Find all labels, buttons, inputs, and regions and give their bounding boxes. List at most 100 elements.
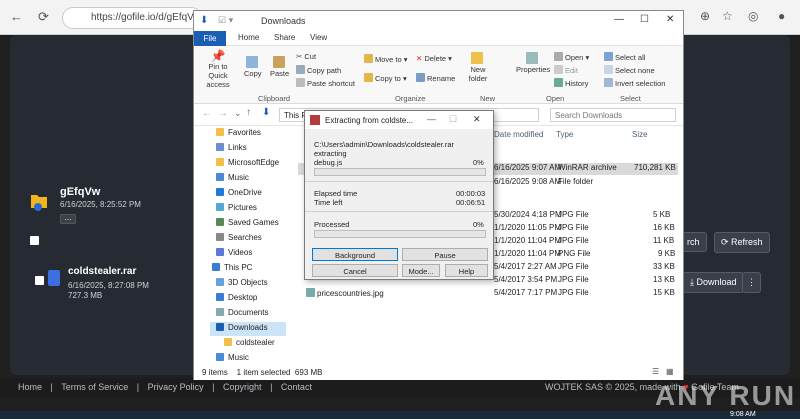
nav-desktop[interactable]: Desktop (216, 293, 257, 302)
cancel-button[interactable]: Cancel (312, 264, 398, 277)
paste-shortcut-button[interactable]: Paste shortcut (296, 78, 355, 88)
close-icon[interactable]: ✕ (473, 114, 481, 125)
forward-icon[interactable]: → (218, 108, 228, 119)
row-date: 5/4/2017 3:54 PM (494, 275, 558, 284)
nav-links[interactable]: Links (216, 143, 247, 152)
footer-terms[interactable]: Terms of Service (61, 382, 128, 392)
footer-copyright[interactable]: Copyright (223, 382, 262, 392)
shortcut-icon (296, 78, 305, 87)
extensions-icon[interactable]: ◎ (748, 9, 758, 23)
desktop-icon (216, 293, 224, 301)
nav-favorites[interactable]: Favorites (216, 128, 261, 137)
up-icon[interactable]: ↑ (246, 107, 251, 118)
shield-icon[interactable]: ⊕ (700, 9, 710, 23)
paste-button[interactable]: Paste (270, 56, 289, 78)
nav-this-pc[interactable]: This PC (212, 263, 252, 272)
footer-privacy[interactable]: Privacy Policy (148, 382, 204, 392)
col-size[interactable]: Size (632, 130, 648, 139)
pause-button[interactable]: Pause (402, 248, 488, 261)
history-button[interactable]: History (554, 78, 588, 88)
nav-label: Music (228, 173, 249, 182)
refresh-button[interactable]: ⟳ Refresh (714, 232, 770, 253)
footer-contact[interactable]: Contact (281, 382, 312, 392)
nav-downloads[interactable]: Downloads (216, 323, 268, 332)
tab-view[interactable]: View (310, 33, 327, 42)
col-date[interactable]: Date modified (494, 130, 543, 139)
open-button[interactable]: Open ▾ (554, 52, 589, 62)
copy-to-button[interactable]: Copy to ▾ (364, 73, 407, 83)
row-date: 6/16/2025 9:07 AM (494, 163, 562, 172)
row-size: 15 KB (653, 288, 675, 297)
delete-button[interactable]: ✕ Delete ▾ (416, 54, 452, 63)
download-button[interactable]: ⤓ Download (683, 272, 744, 293)
nav-documents[interactable]: Documents (216, 308, 268, 317)
nav-label: Pictures (228, 203, 257, 212)
nav-coldstealer[interactable]: coldstealer (224, 338, 275, 347)
tiles-view-icon[interactable]: ▦ (666, 367, 674, 376)
copy-path-button[interactable]: Copy path (296, 65, 341, 75)
file-checkbox[interactable] (35, 276, 44, 285)
rename-button[interactable]: Rename (416, 73, 455, 83)
back-icon[interactable]: ← (202, 108, 212, 119)
new-folder-button[interactable]: New folder (466, 52, 490, 83)
reload-icon[interactable]: ⟳ (38, 9, 49, 25)
row-type: PNG File (558, 249, 591, 258)
cut-button[interactable]: ✂ Cut (296, 52, 316, 61)
folder-menu-button[interactable]: ... (60, 214, 76, 224)
background-button[interactable]: Background (312, 248, 398, 261)
qat-icon[interactable]: ☑ ▾ (218, 15, 233, 26)
nav-music[interactable]: Music (216, 173, 249, 182)
action-label: extracting (314, 149, 347, 158)
file-name[interactable]: coldstealer.rar (68, 266, 136, 277)
invert-selection-button[interactable]: Invert selection (604, 78, 665, 88)
nav-saved-games[interactable]: Saved Games (216, 218, 279, 227)
help-button[interactable]: Help (445, 264, 488, 277)
select-all-button[interactable]: Select all (604, 52, 645, 62)
new-folder-label: New folder (468, 65, 488, 83)
tab-share[interactable]: Share (274, 33, 295, 42)
nav-music-2[interactable]: Music (216, 353, 249, 362)
minimize-icon[interactable]: — (614, 14, 624, 25)
nav-videos[interactable]: Videos (216, 248, 252, 257)
search-field[interactable]: Search Downloads (550, 108, 676, 122)
tab-file[interactable]: File (194, 31, 226, 46)
tab-home[interactable]: Home (238, 33, 259, 42)
close-icon[interactable]: ✕ (666, 14, 674, 25)
nav-label: Links (228, 143, 247, 152)
move-to-button[interactable]: Move to ▾ (364, 54, 408, 64)
edit-button[interactable]: Edit (554, 65, 578, 75)
nav-label: MicrosoftEdge (228, 158, 280, 167)
select-none-button[interactable]: Select none (604, 65, 655, 75)
nav-pictures[interactable]: Pictures (216, 203, 257, 212)
properties-button[interactable]: Properties (516, 52, 550, 74)
footer-home[interactable]: Home (18, 382, 42, 392)
select-all-checkbox[interactable] (30, 236, 39, 245)
nav-label: OneDrive (228, 188, 262, 197)
copy-button[interactable]: Copy (244, 56, 262, 78)
footer-sep: | (270, 382, 273, 392)
row-name-text: pricescountries.jpg (317, 289, 384, 298)
favorites-icon[interactable]: ☆ (722, 9, 733, 23)
col-type[interactable]: Type (556, 130, 573, 139)
nav-microsoftedge[interactable]: MicrosoftEdge (216, 158, 279, 167)
maximize-icon[interactable]: ☐ (640, 14, 649, 25)
maximize-icon[interactable]: ☐ (449, 114, 457, 125)
details-view-icon[interactable]: ☰ (652, 367, 659, 376)
back-icon[interactable]: ← (10, 9, 23, 24)
image-file-icon (306, 288, 315, 297)
minimize-icon[interactable]: — (427, 114, 436, 124)
mode-button[interactable]: Mode... (402, 264, 440, 277)
group-new: New (480, 94, 496, 103)
nav-3d-objects[interactable]: 3D Objects (216, 278, 268, 287)
recent-icon[interactable]: ⌄ (234, 108, 242, 119)
table-row[interactable]: pricescountries.jpg 5/4/2017 7:17 PM JPG… (298, 288, 678, 300)
history-icon (554, 78, 563, 87)
nav-searches[interactable]: Searches (216, 233, 262, 242)
profile-icon[interactable]: ● (778, 9, 785, 23)
row-date: 5/4/2017 7:17 PM (494, 288, 558, 297)
pin-button[interactable]: 📌 Pin to Quick access (198, 50, 238, 89)
cloud-icon (216, 188, 224, 196)
file-menu-button[interactable]: ⋮ (742, 272, 761, 293)
address-bar[interactable]: https://gofile.io/d/gEfqVw (62, 7, 202, 29)
nav-onedrive[interactable]: OneDrive (216, 188, 262, 197)
